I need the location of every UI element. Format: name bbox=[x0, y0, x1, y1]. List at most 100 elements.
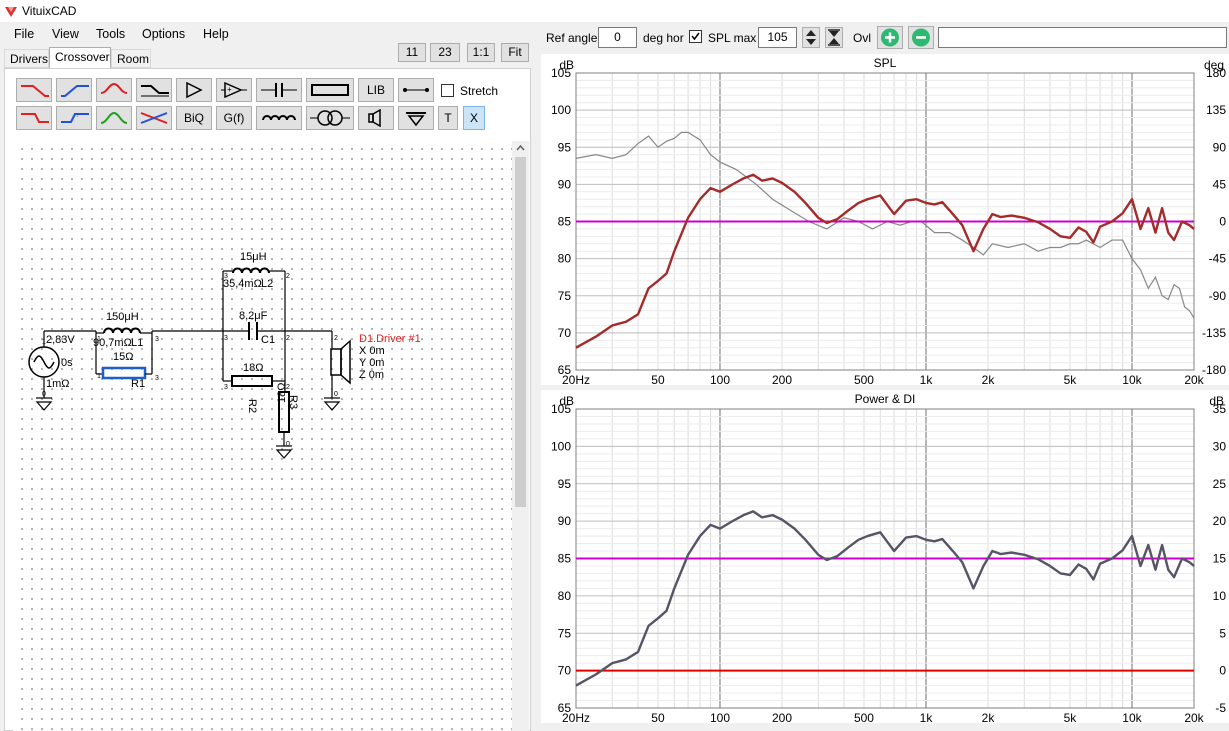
source-voltage: 2,83V bbox=[46, 334, 75, 346]
spl-max-spinner[interactable] bbox=[802, 27, 820, 48]
x-tick-label: 2k bbox=[982, 711, 996, 723]
library-button[interactable]: LIB bbox=[358, 78, 394, 102]
svg-text:1: 1 bbox=[97, 373, 101, 380]
x-tick-label: 5k bbox=[1064, 711, 1078, 723]
add-overlay-button[interactable] bbox=[877, 26, 903, 49]
opamp-button[interactable]: + bbox=[216, 78, 252, 102]
lowpass-filter-button[interactable] bbox=[16, 78, 52, 102]
inductor-button[interactable] bbox=[256, 106, 302, 130]
spinner-arrows-icon bbox=[806, 30, 816, 45]
app-logo-icon bbox=[5, 7, 17, 17]
text-button[interactable]: T bbox=[438, 106, 458, 130]
shelf-icon bbox=[141, 85, 169, 97]
y-tick-label: 90 bbox=[558, 177, 572, 191]
wire-button[interactable] bbox=[398, 78, 434, 102]
capacitor-button[interactable] bbox=[256, 78, 302, 102]
tab-strip: Drivers Crossover Room bbox=[4, 47, 524, 69]
stretch-checkbox[interactable] bbox=[441, 84, 454, 97]
remove-overlay-button[interactable] bbox=[908, 26, 934, 49]
svg-text:0: 0 bbox=[42, 391, 46, 398]
driver-icon bbox=[330, 348, 342, 376]
y-tick-label: 75 bbox=[558, 289, 572, 303]
svg-text:3: 3 bbox=[155, 336, 159, 343]
driver-x: X 0m bbox=[359, 345, 385, 357]
inductor-l1-icon bbox=[103, 327, 141, 334]
speaker-icon bbox=[368, 109, 381, 127]
tab-crossover[interactable]: Crossover bbox=[49, 47, 111, 68]
shelf-filter-button[interactable] bbox=[136, 78, 172, 102]
deg-hor-label: deg hor bbox=[643, 31, 684, 45]
schematic-canvas[interactable]: 10 13 13 32 32 32 0 20 2,83V 0s 1mΩ 150μ… bbox=[13, 141, 512, 731]
x-tick-label: 200 bbox=[772, 711, 792, 723]
c1-name: C1 bbox=[261, 334, 276, 346]
biquad-button[interactable]: BiQ bbox=[176, 106, 212, 130]
menu-view[interactable]: View bbox=[52, 27, 79, 41]
y-tick-label: 70 bbox=[558, 664, 572, 678]
notch-filter-button[interactable] bbox=[96, 106, 132, 130]
menu-tools[interactable]: Tools bbox=[96, 27, 125, 41]
x-tick-label: 5k bbox=[1064, 373, 1078, 385]
lowpass-2-button[interactable] bbox=[16, 106, 52, 130]
y2-tick-label: 180 bbox=[1206, 66, 1226, 80]
chart-title: Power & DI bbox=[855, 392, 916, 406]
inductor-l2-icon bbox=[232, 267, 270, 274]
spl-max-input[interactable]: 105 bbox=[758, 27, 797, 48]
menu-file[interactable]: File bbox=[14, 27, 34, 41]
lowpass-step-icon bbox=[21, 113, 49, 123]
c1-value: 8,2μF bbox=[239, 310, 268, 322]
r3-name: R3 bbox=[287, 395, 299, 410]
opamp-icon: + bbox=[221, 81, 247, 99]
l2-name: L2 bbox=[261, 278, 274, 290]
power-di-chart-panel: Power & DI dB dB 65 70 75 80 85 90 95 100 105 -5 0 5 10… bbox=[541, 390, 1229, 725]
transformer-button[interactable] bbox=[306, 106, 354, 130]
spl-max-checkbox[interactable] bbox=[689, 30, 702, 43]
y-tick-label: 95 bbox=[558, 140, 572, 154]
crossed-icon bbox=[140, 112, 168, 124]
highpass-filter-button[interactable] bbox=[56, 78, 92, 102]
y2-tick-label: 0 bbox=[1219, 215, 1226, 229]
transfer-function-button[interactable]: G(f) bbox=[216, 106, 252, 130]
speaker-button[interactable] bbox=[358, 106, 394, 130]
menu-options[interactable]: Options bbox=[142, 27, 185, 41]
x-tick-label: 2k bbox=[982, 373, 996, 385]
r2-name: R2 bbox=[246, 399, 258, 414]
peaking-filter-button[interactable] bbox=[96, 78, 132, 102]
y2-tick-label: 45 bbox=[1213, 177, 1227, 191]
resistor-button[interactable] bbox=[306, 78, 354, 102]
menu-help[interactable]: Help bbox=[203, 27, 229, 41]
wire-icon bbox=[403, 88, 429, 92]
highpass-2-button[interactable]: · bbox=[56, 106, 92, 130]
r1-value: 15Ω bbox=[113, 351, 134, 363]
y2-tick-label: 0 bbox=[1219, 664, 1226, 678]
ground-button[interactable] bbox=[398, 106, 434, 130]
scroll-up-icon[interactable] bbox=[516, 144, 525, 152]
power-di-chart[interactable]: Power & DIdB dB65707580859095100105-50510… bbox=[541, 390, 1229, 725]
schematic-scrollbar[interactable] bbox=[512, 141, 529, 731]
overlay-name-input[interactable] bbox=[938, 27, 1227, 48]
auto-scale-button[interactable] bbox=[825, 27, 843, 48]
y-tick-label: 80 bbox=[558, 252, 572, 266]
buffer-triangle-icon bbox=[186, 81, 203, 99]
y-tick-label: 85 bbox=[558, 215, 572, 229]
spl-chart[interactable]: SPLdB deg65707580859095100105-180-135-90-… bbox=[541, 54, 1229, 387]
minus-icon bbox=[912, 28, 930, 47]
tab-drivers[interactable]: Drivers bbox=[4, 49, 49, 68]
l2-value: 15μH bbox=[240, 251, 267, 263]
x-button[interactable]: X bbox=[463, 106, 485, 130]
buffer-button[interactable] bbox=[176, 78, 212, 102]
bandpass-icon bbox=[100, 111, 128, 124]
resistor-r2-icon bbox=[231, 375, 273, 387]
lowpass-icon bbox=[21, 85, 49, 97]
source-delay: 0s bbox=[61, 357, 73, 369]
y-tick-label: 105 bbox=[551, 402, 571, 416]
allpass-button[interactable] bbox=[136, 106, 172, 130]
tab-room[interactable]: Room bbox=[111, 49, 151, 68]
scrollbar-thumb[interactable] bbox=[515, 157, 526, 507]
ref-angle-input[interactable]: 0 bbox=[598, 27, 637, 48]
x-tick-label: 10k bbox=[1122, 711, 1142, 723]
svg-text:+: + bbox=[227, 85, 232, 94]
r2-value: 18Ω bbox=[243, 362, 264, 374]
y2-tick-label: 20 bbox=[1213, 514, 1227, 528]
x-tick-label: 100 bbox=[710, 373, 730, 385]
capacitor-icon bbox=[261, 83, 297, 97]
